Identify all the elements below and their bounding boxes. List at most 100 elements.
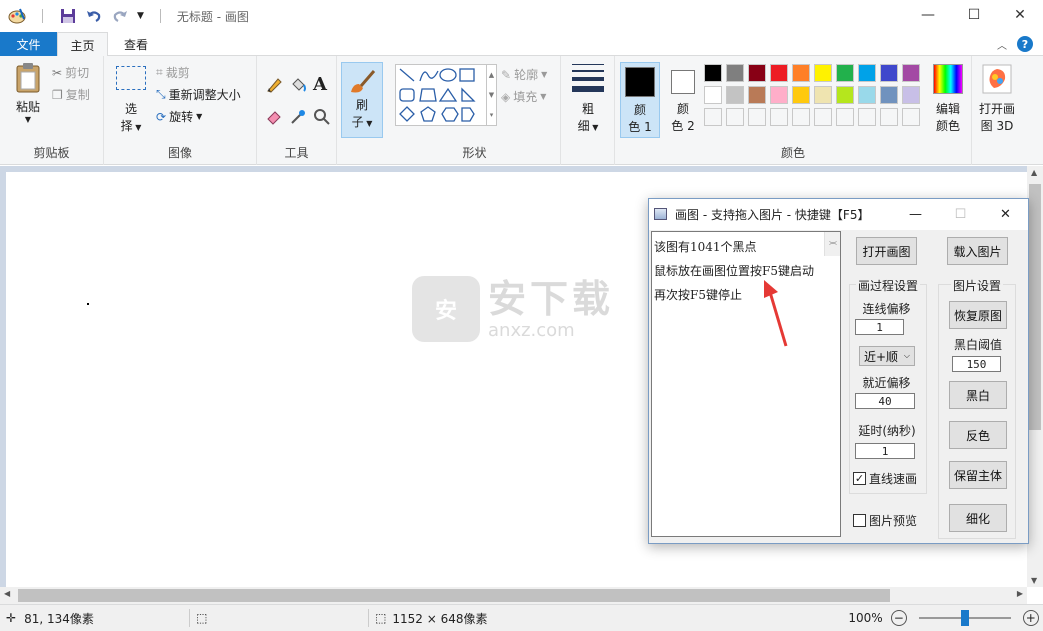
color-swatch[interactable] [902, 64, 920, 82]
thin-button[interactable]: 细化 [949, 504, 1007, 532]
color-swatch[interactable] [880, 64, 898, 82]
fill-bucket-icon[interactable] [289, 76, 307, 97]
color-swatch[interactable] [726, 86, 744, 104]
color-swatch[interactable] [792, 86, 810, 104]
zoom-in-button[interactable]: + [1022, 610, 1039, 626]
resize-button[interactable]: ⤡ 重新调整大小 [156, 86, 241, 103]
close-button[interactable]: ✕ [997, 0, 1043, 30]
open-paint-button[interactable]: 打开画图 [856, 237, 917, 265]
custom-color-slot[interactable] [748, 108, 766, 126]
select-button[interactable]: 选 择 ▼ [114, 66, 148, 134]
zoom-out-button[interactable]: − [890, 610, 907, 626]
restore-image-button[interactable]: 恢复原图 [949, 301, 1007, 329]
scroll-down-icon[interactable]: ﹀ [829, 237, 837, 255]
dialog-minimize-button[interactable]: — [893, 199, 938, 230]
customize-quick-access-icon[interactable]: ▼ [137, 11, 144, 21]
invert-button[interactable]: 反色 [949, 421, 1007, 449]
color-swatch[interactable] [726, 64, 744, 82]
fill-button[interactable]: ◈ 填充 ▼ [501, 88, 546, 105]
crop-button[interactable]: ⌗ 裁剪 [156, 64, 190, 81]
keep-subject-button[interactable]: 保留主体 [949, 461, 1007, 489]
color-swatch[interactable] [770, 86, 788, 104]
color-swatch[interactable] [836, 86, 854, 104]
log-scrollbar[interactable]: ︿ ﹀ [824, 232, 840, 256]
custom-color-slot[interactable] [880, 108, 898, 126]
dialog-maximize-button[interactable]: ☐ [938, 199, 983, 230]
help-icon[interactable]: ? [1017, 36, 1033, 52]
zoom-slider-thumb[interactable] [960, 610, 969, 626]
horizontal-scrollbar[interactable]: ◀ ▶ [0, 587, 1027, 604]
near-offset-input[interactable]: 40 [855, 393, 915, 409]
color-swatch[interactable] [704, 64, 722, 82]
tab-file[interactable]: 文件 [0, 32, 57, 56]
custom-color-slot[interactable] [704, 108, 722, 126]
rotate-button[interactable]: ⟳ 旋转 ▼ [156, 108, 202, 125]
preview-checkbox[interactable]: 图片预览 [853, 512, 917, 529]
paint-app-icon[interactable] [8, 7, 26, 25]
order-select[interactable]: 近+顺 ⌵ [859, 346, 915, 366]
shapes-gallery[interactable] [395, 64, 487, 126]
delay-input[interactable]: 1 [855, 443, 915, 459]
custom-color-slot[interactable] [792, 108, 810, 126]
paste-button[interactable]: 粘贴 ▼ [8, 62, 48, 138]
maximize-button[interactable]: ☐ [951, 0, 997, 30]
custom-color-slot[interactable] [726, 108, 744, 126]
size-button[interactable]: 粗 细 ▼ [567, 64, 609, 134]
collapse-ribbon-icon[interactable]: ︿ [997, 37, 1007, 52]
custom-color-slot[interactable] [858, 108, 876, 126]
color-swatch[interactable] [902, 86, 920, 104]
color-swatch[interactable] [704, 86, 722, 104]
vertical-scrollbar[interactable]: ▲ ▼ [1027, 166, 1043, 587]
pencil-icon[interactable] [265, 76, 283, 97]
black-white-button[interactable]: 黑白 [949, 381, 1007, 409]
color-swatch[interactable] [836, 64, 854, 82]
custom-color-slot[interactable] [770, 108, 788, 126]
text-tool-icon[interactable]: A [313, 74, 327, 95]
custom-color-slot[interactable] [836, 108, 854, 126]
eraser-icon[interactable] [265, 108, 283, 129]
zoom-slider[interactable] [918, 610, 1011, 626]
edit-colors-button[interactable]: 编辑 颜色 [925, 64, 971, 134]
scroll-down-icon[interactable]: ▼ [1031, 576, 1037, 585]
cursor-position-icon: ✛ [6, 611, 17, 625]
cut-button[interactable]: ✂ 剪切 [52, 64, 89, 81]
outline-button[interactable]: ✎ 轮廓 ▼ [501, 66, 547, 83]
copy-button[interactable]: ❐ 复制 [52, 86, 90, 103]
color1-button[interactable]: 颜 色 1 [620, 62, 660, 138]
log-textbox[interactable]: 该图有1041个黑点 鼠标放在画图位置按F5键启动 再次按F5键停止 ︿ ﹀ [651, 231, 841, 537]
redo-icon[interactable] [111, 7, 129, 25]
color-swatch[interactable] [748, 64, 766, 82]
magnifier-icon[interactable] [313, 108, 331, 129]
color-swatch[interactable] [814, 64, 832, 82]
color-swatch[interactable] [814, 86, 832, 104]
brushes-button[interactable]: 刷 子 ▼ [341, 62, 383, 138]
shapes-scroll[interactable]: ▲ ▼ ▾ [487, 64, 497, 126]
color-swatch[interactable] [858, 86, 876, 104]
minimize-button[interactable]: — [905, 0, 951, 30]
color-swatch[interactable] [880, 86, 898, 104]
color-swatch[interactable] [748, 86, 766, 104]
undo-icon[interactable] [85, 7, 103, 25]
scroll-up-icon[interactable]: ▲ [1031, 168, 1037, 177]
tab-view[interactable]: 查看 [112, 32, 160, 56]
window-title: 无标题 - 画图 [176, 9, 249, 24]
color-swatch[interactable] [858, 64, 876, 82]
scroll-left-icon[interactable]: ◀ [4, 589, 10, 598]
color2-button[interactable]: 颜 色 2 [663, 62, 703, 138]
load-image-button[interactable]: 载入图片 [947, 237, 1008, 265]
bw-threshold-input[interactable]: 150 [952, 356, 1001, 372]
custom-color-slot[interactable] [814, 108, 832, 126]
tab-home[interactable]: 主页 [57, 32, 108, 57]
straight-fast-checkbox[interactable]: ✓ 直线速画 [853, 470, 917, 487]
custom-color-slot[interactable] [902, 108, 920, 126]
horizontal-scroll-thumb[interactable] [18, 589, 890, 602]
vertical-scroll-thumb[interactable] [1029, 184, 1041, 430]
color-picker-icon[interactable] [289, 108, 307, 129]
color-swatch[interactable] [770, 64, 788, 82]
line-offset-input[interactable]: 1 [855, 319, 904, 335]
scroll-right-icon[interactable]: ▶ [1017, 589, 1023, 598]
open-paint3d-button[interactable]: 打开画 图 3D [972, 64, 1022, 134]
dialog-close-button[interactable]: ✕ [983, 199, 1028, 230]
save-icon[interactable] [59, 7, 77, 25]
color-swatch[interactable] [792, 64, 810, 82]
